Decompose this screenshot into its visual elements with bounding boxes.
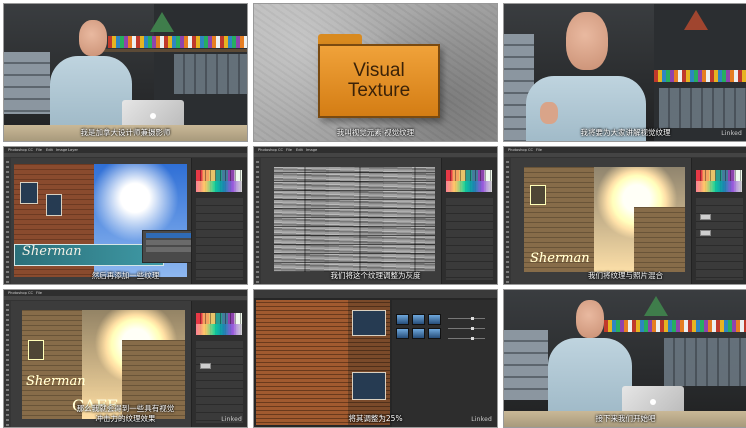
decor-tree-icon <box>644 296 668 316</box>
brand-watermark: Linked <box>221 416 242 423</box>
drawer-cabinet <box>504 330 548 400</box>
document-canvas[interactable]: Sherman <box>524 167 685 272</box>
filter-thumb[interactable] <box>396 328 409 339</box>
subtitle-line-1: 那么我就会得到一些具有视觉 <box>76 404 175 413</box>
subtitle: 我们将纹理与照片混合 <box>588 271 663 280</box>
right-panels[interactable] <box>441 158 497 284</box>
frame-ps-wood-texture[interactable]: Photoshop CC File Edit Image 我们将这个纹理调整为灰… <box>253 146 498 285</box>
thumbnail-grid: 我是加拿大设计师兼摄影师 Visual Texture 我叫视觉元素·视觉纹理 … <box>0 0 746 428</box>
title-folder: Visual Texture <box>318 44 440 118</box>
subtitle: 我叫视觉元素·视觉纹理 <box>336 128 415 137</box>
subtitle: 我们将这个纹理调整为灰度 <box>330 271 421 280</box>
brand-watermark: Linked <box>721 130 742 137</box>
layers-panel[interactable] <box>696 198 743 280</box>
filter-thumb[interactable] <box>396 314 409 325</box>
right-panels[interactable] <box>191 158 247 284</box>
frame-title-card[interactable]: Visual Texture 我叫视觉元素·视觉纹理 <box>253 3 498 142</box>
title-line-2: Texture <box>347 80 411 101</box>
spool-rack <box>654 70 746 82</box>
tool-panel[interactable] <box>504 158 511 284</box>
swatches-panel[interactable] <box>446 170 492 192</box>
swatches-panel[interactable] <box>696 170 742 192</box>
document-canvas[interactable] <box>274 167 435 272</box>
filter-gallery-panel[interactable] <box>392 300 497 427</box>
subtitle: 接下来我们开始吧 <box>595 414 656 423</box>
filter-thumb[interactable] <box>412 328 425 339</box>
spool-rack <box>108 36 247 48</box>
document-canvas[interactable]: Sherman CAFE <box>22 310 185 419</box>
decor-tree-icon <box>150 12 174 32</box>
swatches-panel[interactable] <box>196 313 242 335</box>
frame-presenter-outro[interactable]: 接下来我们开始吧 <box>503 289 746 428</box>
subtitle-line-2: 冲击力的纹理效果 <box>95 414 156 423</box>
frame-ps-final[interactable]: Photoshop CC File Sherman CAFE 那么我就会得到一些… <box>3 289 248 428</box>
subtitle: 我将要为大家讲解视觉纹理 <box>580 128 671 137</box>
subtitle: 我是加拿大设计师兼摄影师 <box>80 128 171 137</box>
preview-image <box>256 300 390 425</box>
slider[interactable] <box>448 327 485 330</box>
bin-rack <box>174 54 247 94</box>
slider[interactable] <box>448 317 485 320</box>
filter-thumb[interactable] <box>428 328 441 339</box>
layers-panel[interactable] <box>446 198 493 280</box>
subtitle: 然后再添加一些纹理 <box>91 271 160 280</box>
tool-panel[interactable] <box>254 158 261 284</box>
title-line-1: Visual <box>353 60 405 81</box>
decor-tree-icon <box>684 10 708 30</box>
frame-ps-sepia[interactable]: Photoshop CC File Sherman 我们将纹理与照片混合 <box>503 146 746 285</box>
layers-panel[interactable] <box>196 198 243 280</box>
spool-rack <box>604 320 746 332</box>
frame-ps-camera-raw[interactable]: 将其调整为25% Linked <box>253 289 498 428</box>
brand-watermark: Linked <box>471 416 492 423</box>
slider[interactable] <box>448 337 485 340</box>
frame-presenter-closeup[interactable]: 我将要为大家讲解视觉纹理 Linked <box>503 3 746 142</box>
filter-thumb[interactable] <box>428 314 441 325</box>
frame-ps-layer-menu[interactable]: Photoshop CC File Edit Image Layer Sherm… <box>3 146 248 285</box>
subtitle: 将其调整为25% <box>348 414 403 423</box>
swatches-panel[interactable] <box>196 170 242 192</box>
frame-presenter-intro[interactable]: 我是加拿大设计师兼摄影师 <box>3 3 248 142</box>
filter-toolbar[interactable] <box>254 290 497 298</box>
filter-thumb[interactable] <box>412 314 425 325</box>
right-panels[interactable] <box>691 158 746 284</box>
drawer-cabinet <box>4 52 50 114</box>
tool-panel[interactable] <box>4 158 11 284</box>
